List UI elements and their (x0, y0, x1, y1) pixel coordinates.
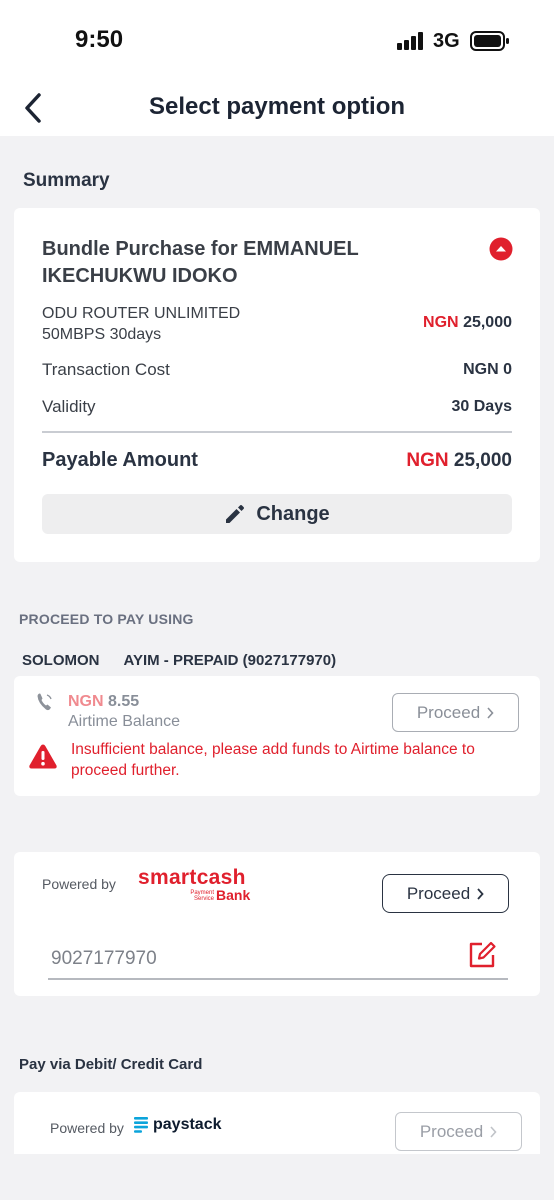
summary-divider (42, 431, 512, 433)
smartcash-logo-bank: Bank (216, 887, 251, 903)
plan-name: ODU ROUTER UNLIMITED 50MBPS 30days (42, 303, 240, 345)
network-type: 3G (433, 30, 460, 52)
bundle-title: Bundle Purchase for EMMANUEL IKECHUKWU I… (42, 238, 359, 287)
status-bar: 9:50 3G (0, 0, 554, 80)
card-proceed-label: Proceed (419, 1121, 484, 1141)
airtime-amount: 8.55 (108, 693, 140, 710)
smartcash-proceed-label: Proceed (406, 883, 471, 903)
edit-icon[interactable] (467, 940, 497, 970)
smartcash-logo-sub2: Service (193, 896, 214, 902)
plan-name-line1: ODU ROUTER UNLIMITED (42, 305, 241, 322)
smartcash-proceed-button[interactable]: Proceed (382, 874, 509, 913)
summary-card: Bundle Purchase for EMMANUEL IKECHUKWU I… (14, 208, 540, 562)
airtime-proceed-label: Proceed (416, 702, 481, 722)
account-details: AYIM - PREPAID (9027177970) (123, 652, 337, 669)
signal-icon (397, 32, 423, 50)
account-line: SOLOMON AYIM - PREPAID (9027177970) (22, 652, 336, 669)
plan-amount: 25,000 (463, 314, 512, 331)
card-payment-heading: Pay via Debit/ Credit Card (19, 1056, 203, 1073)
paystack-logo: paystack (134, 1116, 222, 1134)
paystack-card: Powered by paystack Proceed (14, 1092, 540, 1154)
smartcash-powered-by: Powered by (42, 876, 116, 892)
card-proceed-button[interactable]: Proceed (395, 1112, 522, 1151)
status-time: 9:50 (75, 26, 124, 53)
smartcash-logo-text: smartcash (138, 866, 246, 889)
plan-name-line2: 50MBPS 30days (42, 326, 162, 343)
airtime-currency: NGN (68, 693, 104, 710)
phone-number-input[interactable] (48, 940, 508, 980)
page-title: Select payment option (148, 93, 406, 120)
insufficient-balance-warning: Insufficient balance, please add funds t… (71, 741, 475, 779)
account-first-name: SOLOMON (22, 652, 100, 669)
change-button[interactable]: Change (42, 494, 512, 534)
validity-label: Validity (42, 397, 96, 416)
proceed-heading: PROCEED TO PAY USING (19, 611, 194, 627)
chevron-right-icon (487, 706, 494, 719)
summary-heading: Summary (23, 170, 110, 191)
transaction-cost-label: Transaction Cost (42, 360, 170, 379)
paystack-logo-icon (134, 1117, 148, 1133)
battery-icon (470, 31, 509, 51)
airtime-balance-amount: NGN 8.55 (68, 693, 139, 711)
chevron-right-icon (490, 1125, 497, 1138)
airtime-proceed-button[interactable]: Proceed (392, 693, 519, 732)
smartcash-card: Powered by smartcash Payment Service Ban… (14, 852, 540, 996)
pencil-icon (226, 505, 245, 523)
plan-price: NGN 25,000 (423, 314, 512, 332)
warning-icon (29, 744, 57, 769)
paystack-powered-by: Powered by (50, 1120, 124, 1136)
airtime-balance-label: Airtime Balance (68, 713, 181, 730)
phone-icon (37, 693, 52, 711)
payable-currency: NGN (406, 450, 449, 471)
transaction-cost-value: NGN 0 (463, 361, 512, 378)
change-label: Change (256, 502, 330, 525)
plan-currency: NGN (423, 314, 459, 331)
header-bar: Select payment option (0, 80, 554, 136)
validity-value: 30 Days (451, 398, 513, 415)
payable-amount: 25,000 (453, 450, 512, 471)
smartcash-logo: smartcash Payment Service Bank (138, 866, 250, 904)
paystack-logo-text: paystack (153, 1116, 222, 1133)
payable-amount-value: NGN 25,000 (406, 450, 512, 472)
payable-amount-label: Payable Amount (42, 449, 198, 471)
chevron-up-icon[interactable] (489, 237, 513, 261)
chevron-right-icon (477, 887, 484, 900)
airtime-card: NGN 8.55 Airtime Balance Proceed Insuffi… (14, 676, 540, 796)
